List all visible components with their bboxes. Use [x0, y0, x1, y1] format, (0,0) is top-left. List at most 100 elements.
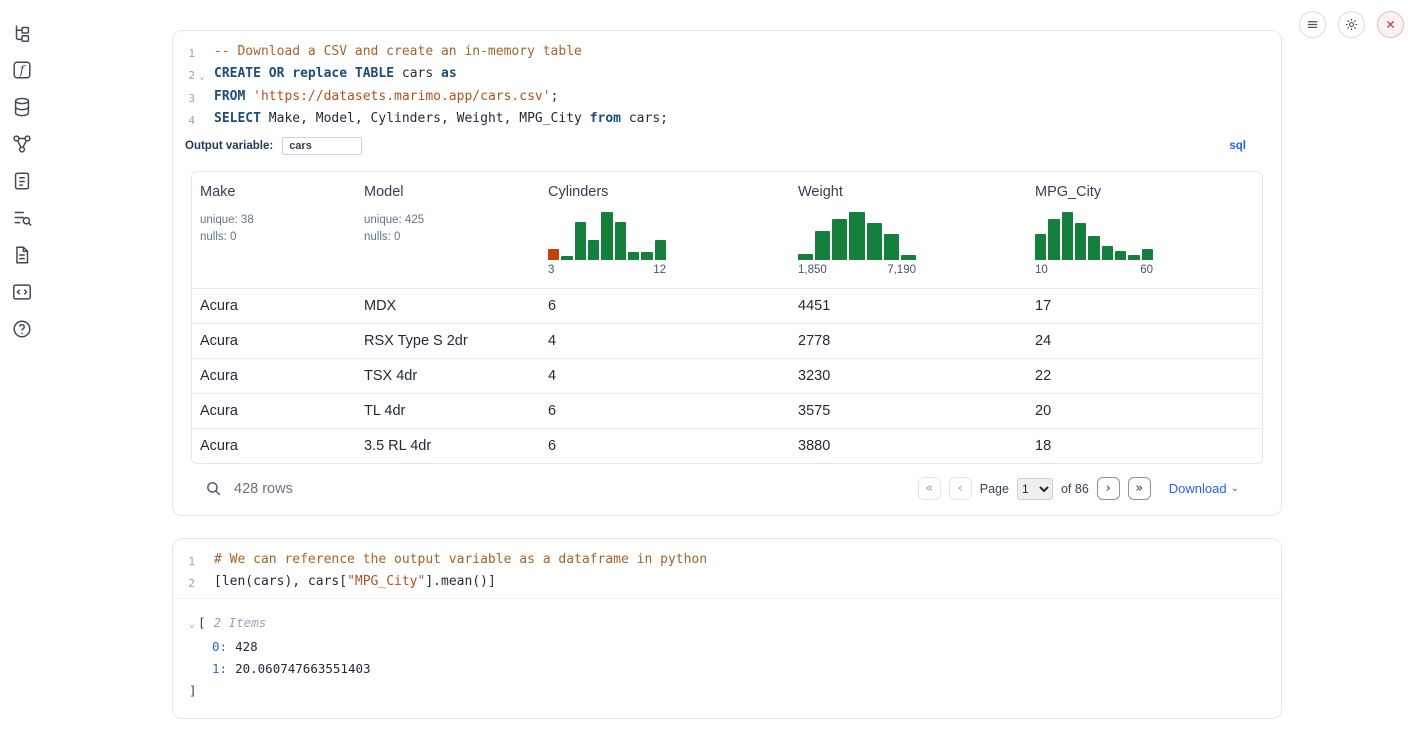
entry-key: 0: — [212, 639, 227, 654]
histogram-bar[interactable] — [1115, 251, 1126, 260]
histogram-bar[interactable] — [798, 254, 813, 260]
column-stats: unique: 425 nulls: 0 — [364, 212, 532, 245]
scratchpad-icon[interactable]: f — [11, 59, 33, 81]
table-row[interactable]: AcuraTSX 4dr4323022 — [192, 359, 1263, 394]
snippets-icon[interactable] — [11, 281, 33, 303]
histogram-bar[interactable] — [1102, 246, 1113, 260]
histogram-bar[interactable] — [849, 212, 864, 260]
entry-value: 20.060747663551403 — [235, 661, 370, 676]
download-button[interactable]: Download⌄ — [1169, 481, 1239, 496]
column-name: Model — [364, 184, 532, 200]
histogram-bar[interactable] — [588, 240, 599, 260]
table-cell: 22 — [1027, 359, 1263, 394]
histogram-bar[interactable] — [601, 212, 612, 260]
table-cell: TSX 4dr — [356, 359, 540, 394]
column-header-mpg-city[interactable]: MPG_City 10 60 — [1027, 172, 1263, 289]
histogram-bar[interactable] — [832, 219, 847, 260]
column-header-model[interactable]: Model unique: 425 nulls: 0 — [356, 172, 540, 289]
table-row[interactable]: AcuraTL 4dr6357520 — [192, 394, 1263, 429]
menu-icon[interactable] — [1299, 11, 1326, 38]
histogram-bar[interactable] — [901, 255, 916, 260]
histogram-bar[interactable] — [641, 252, 652, 260]
histogram-bar[interactable] — [561, 256, 572, 260]
column-header-make[interactable]: Make unique: 38 nulls: 0 — [192, 172, 356, 289]
histogram-bar[interactable] — [628, 252, 639, 260]
histogram-bar[interactable] — [1035, 234, 1046, 260]
column-name: Weight — [798, 184, 1019, 200]
help-icon[interactable] — [11, 318, 33, 340]
column-header-weight[interactable]: Weight 1,850 7,190 — [790, 172, 1027, 289]
code-line[interactable]: 4SELECT Make, Model, Cylinders, Weight, … — [173, 109, 1281, 131]
column-name: Cylinders — [548, 184, 782, 200]
page-select[interactable]: 1 — [1017, 478, 1053, 500]
table-cell: 6 — [540, 394, 790, 429]
python-code-editor[interactable]: 1# We can reference the output variable … — [173, 539, 1281, 598]
column-stats: unique: 38 nulls: 0 — [200, 212, 348, 245]
search-icon[interactable] — [205, 480, 222, 497]
cylinders-histogram — [548, 208, 666, 260]
table-of-contents-icon[interactable] — [11, 207, 33, 229]
table-row[interactable]: AcuraRSX Type S 2dr4277824 — [192, 324, 1263, 359]
table-cell: 17 — [1027, 289, 1263, 324]
first-page-button[interactable]: « — [918, 477, 941, 500]
histogram-bar[interactable] — [867, 223, 882, 260]
collapse-chevron-icon[interactable]: ⌄ — [189, 619, 195, 630]
fold-chevron-icon[interactable]: ⌄ — [195, 64, 209, 88]
histogram-bar[interactable] — [884, 234, 899, 260]
table-body: AcuraMDX6445117AcuraRSX Type S 2dr427782… — [192, 289, 1263, 464]
shutdown-close-icon[interactable] — [1377, 11, 1404, 38]
output-variable-input[interactable] — [282, 137, 362, 155]
histogram-bar[interactable] — [1088, 236, 1099, 260]
next-page-button[interactable]: › — [1097, 477, 1120, 500]
file-tree-icon[interactable] — [11, 22, 33, 44]
table-footer: 428 rows « ‹ Page 1 of 86 › » Download⌄ — [191, 464, 1263, 515]
datasources-icon[interactable] — [11, 96, 33, 118]
histogram-bar[interactable] — [655, 240, 666, 260]
table-cell: 6 — [540, 429, 790, 464]
table-cell: 4 — [540, 324, 790, 359]
tree-entry: 0:428 — [189, 636, 1263, 658]
code-line[interactable]: 1 -- Download a CSV and create an in-memo… — [173, 42, 1281, 64]
hist-max-label: 12 — [653, 264, 666, 276]
line-number: 2 — [173, 64, 195, 86]
histogram-range-labels: 10 60 — [1035, 260, 1153, 282]
data-table: Make unique: 38 nulls: 0 Model unique: 4… — [192, 172, 1263, 463]
logs-icon[interactable] — [11, 170, 33, 192]
table-cell: Acura — [192, 394, 356, 429]
histogram-bar[interactable] — [615, 222, 626, 260]
data-table-container: Make unique: 38 nulls: 0 Model unique: 4… — [191, 171, 1263, 464]
settings-gear-icon[interactable] — [1338, 11, 1365, 38]
column-header-cylinders[interactable]: Cylinders 3 12 — [540, 172, 790, 289]
code-text: SELECT Make, Model, Cylinders, Weight, M… — [209, 109, 668, 129]
documentation-icon[interactable] — [11, 244, 33, 266]
language-badge[interactable]: sql — [1229, 140, 1246, 152]
code-line[interactable]: 2⌄CREATE OR replace TABLE cars as — [173, 64, 1281, 88]
histogram-bar[interactable] — [548, 249, 559, 260]
code-line[interactable]: 3FROM 'https://datasets.marimo.app/cars.… — [173, 87, 1281, 109]
sql-code-editor[interactable]: 1 -- Download a CSV and create an in-memo… — [173, 31, 1281, 135]
code-text: -- Download a CSV and create an in-memor… — [209, 42, 582, 62]
dependency-graph-icon[interactable] — [11, 133, 33, 155]
previous-page-button[interactable]: ‹ — [949, 477, 972, 500]
tree-root-line: ⌄[2 Items — [189, 612, 1263, 636]
code-line[interactable]: 2[len(cars), cars["MPG_City"].mean()] — [173, 572, 1281, 594]
line-number: 1 — [173, 42, 195, 64]
histogram-bar[interactable] — [1142, 249, 1153, 260]
code-line[interactable]: 1# We can reference the output variable … — [173, 550, 1281, 572]
histogram-bar[interactable] — [1048, 219, 1059, 260]
items-count-label: 2 Items — [214, 615, 267, 630]
table-cell: Acura — [192, 289, 356, 324]
last-page-button[interactable]: » — [1128, 477, 1151, 500]
hist-min-label: 1,850 — [798, 264, 827, 276]
table-cell: 24 — [1027, 324, 1263, 359]
entry-key: 1: — [212, 661, 227, 676]
histogram-bar[interactable] — [815, 231, 830, 260]
notebook-actions — [1299, 11, 1404, 38]
histogram-bar[interactable] — [1128, 255, 1139, 260]
table-row[interactable]: Acura3.5 RL 4dr6388018 — [192, 429, 1263, 464]
histogram-bar[interactable] — [1062, 212, 1073, 260]
table-row[interactable]: AcuraMDX6445117 — [192, 289, 1263, 324]
histogram-bar[interactable] — [575, 222, 586, 260]
histogram-bar[interactable] — [1075, 223, 1086, 260]
line-number: 3 — [173, 87, 195, 109]
